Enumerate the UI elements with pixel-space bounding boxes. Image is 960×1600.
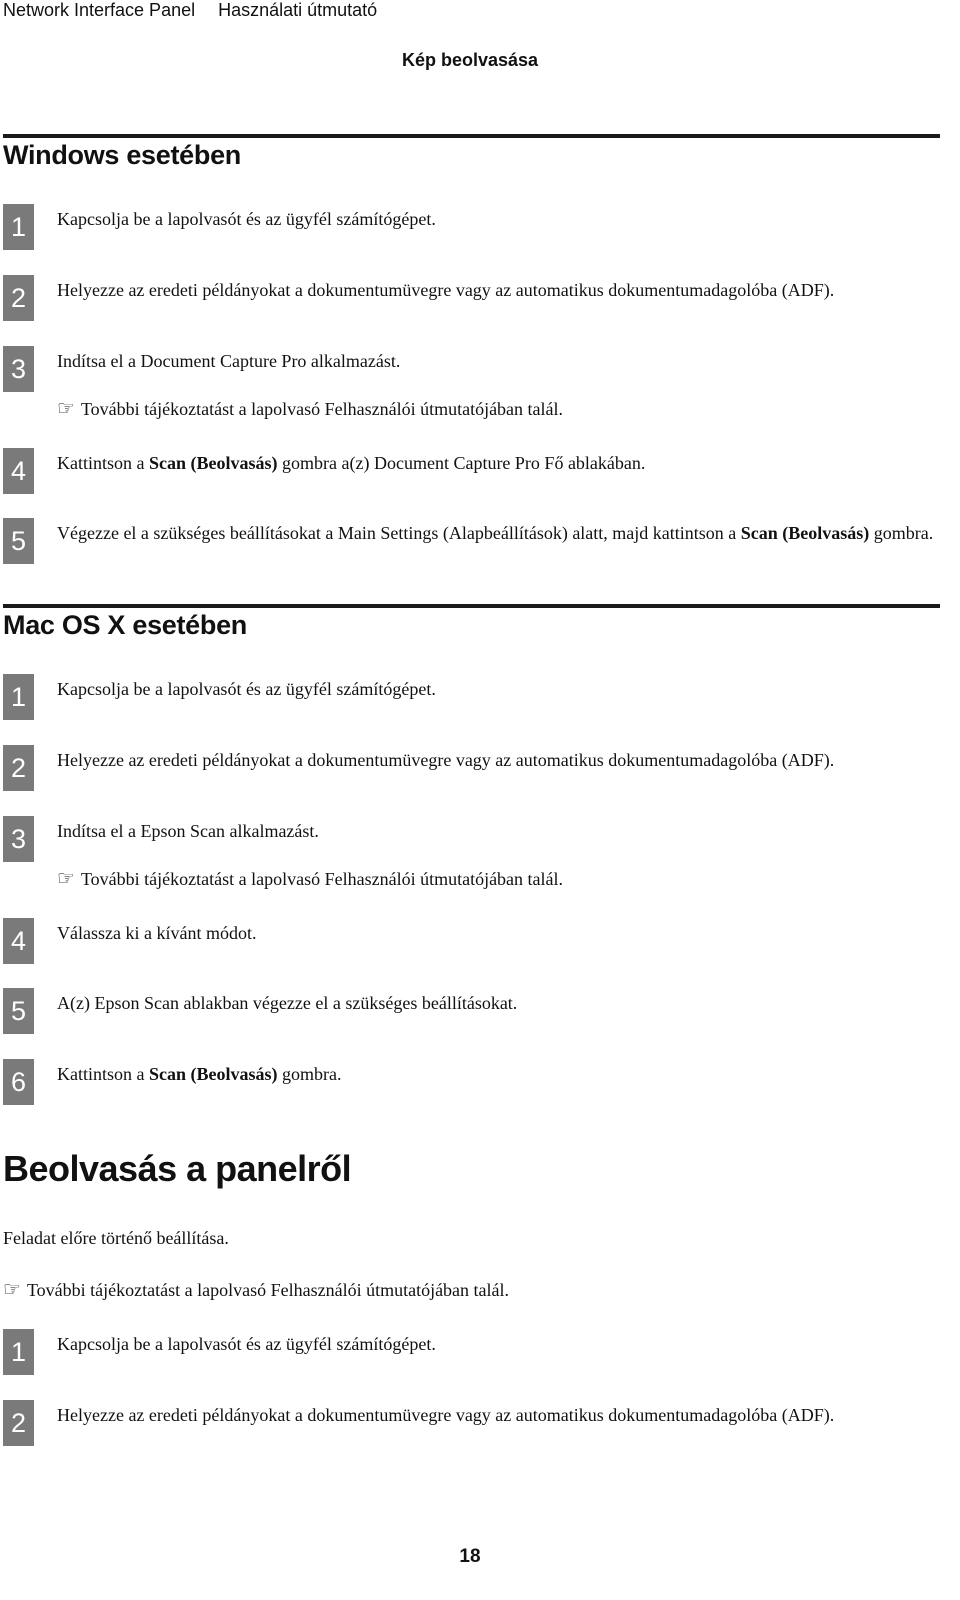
reference-note[interactable]: ☞ További tájékoztatást a lapolvasó Felha… bbox=[3, 1277, 509, 1302]
pointing-hand-icon: ☞ bbox=[3, 1277, 21, 1301]
step-number: 3 bbox=[3, 346, 34, 392]
step-number: 5 bbox=[3, 988, 34, 1034]
section-divider bbox=[3, 134, 940, 138]
step-text: A(z) Epson Scan ablakban végezze el a sz… bbox=[57, 993, 518, 1013]
section-divider bbox=[3, 604, 940, 608]
scan-button-ref: Scan (Beolvasás) bbox=[149, 1064, 278, 1084]
step-number: 2 bbox=[3, 745, 34, 791]
guide-title: Használati útmutató bbox=[218, 0, 378, 20]
step-text: Kattintson a Scan (Beolvasás) gombra a(z… bbox=[57, 453, 646, 473]
step-text: Kapcsolja be a lapolvasót és az ügyfél s… bbox=[57, 209, 436, 229]
step-number: 5 bbox=[3, 518, 34, 564]
step-number: 1 bbox=[3, 204, 34, 250]
section-title-panel: Beolvasás a panelről bbox=[3, 1148, 352, 1189]
reference-text[interactable]: További tájékoztatást a lapolvasó Felhas… bbox=[81, 399, 563, 419]
step-text: Válassza ki a kívánt módot. bbox=[57, 923, 257, 943]
step-number: 3 bbox=[3, 816, 34, 862]
intro-text: Feladat előre történő beállítása. bbox=[3, 1228, 229, 1248]
page-number: 18 bbox=[459, 1546, 481, 1567]
step-number: 1 bbox=[3, 674, 34, 720]
step-text: Kapcsolja be a lapolvasót és az ügyfél s… bbox=[57, 1334, 436, 1354]
reference-text[interactable]: További tájékoztatást a lapolvasó Felhas… bbox=[81, 869, 563, 889]
step-number: 2 bbox=[3, 275, 34, 321]
chapter-title: Kép beolvasása bbox=[401, 50, 539, 70]
step-text: Kattintson a Scan (Beolvasás) gombra. bbox=[57, 1064, 342, 1084]
step-text: Indítsa el a Epson Scan alkalmazást. bbox=[57, 821, 319, 841]
step-text: Kapcsolja be a lapolvasót és az ügyfél s… bbox=[57, 679, 436, 699]
reference-text[interactable]: További tájékoztatást a lapolvasó Felhas… bbox=[27, 1280, 509, 1300]
section-title-mac: Mac OS X esetében bbox=[3, 610, 248, 640]
step-text: Helyezze az eredeti példányokat a dokume… bbox=[57, 1405, 835, 1425]
step-number: 1 bbox=[3, 1329, 34, 1375]
scan-button-ref: Scan (Beolvasás) bbox=[149, 453, 278, 473]
scan-button-ref: Scan (Beolvasás) bbox=[740, 523, 870, 543]
reference-note[interactable]: ☞ További tájékoztatást a lapolvasó Felha… bbox=[57, 866, 563, 891]
reference-note[interactable]: ☞ További tájékoztatást a lapolvasó Felha… bbox=[57, 396, 563, 421]
running-header: Network Interface Panel Használati útmut… bbox=[3, 0, 395, 21]
step-number: 4 bbox=[3, 448, 34, 494]
step-text: Helyezze az eredeti példányokat a dokume… bbox=[57, 750, 835, 770]
step-number: 6 bbox=[3, 1059, 34, 1105]
pointing-hand-icon: ☞ bbox=[57, 866, 75, 890]
section-title-windows: Windows esetében bbox=[3, 140, 242, 170]
pointing-hand-icon: ☞ bbox=[57, 396, 75, 420]
step-number: 4 bbox=[3, 918, 34, 964]
step-text: Indítsa el a Document Capture Pro alkalm… bbox=[57, 351, 401, 371]
step-text: Végezze el a szükséges beállításokat a M… bbox=[57, 523, 934, 543]
step-number: 2 bbox=[3, 1400, 34, 1446]
step-text: Helyezze az eredeti példányokat a dokume… bbox=[57, 280, 835, 300]
product-name: Network Interface Panel bbox=[3, 0, 196, 20]
